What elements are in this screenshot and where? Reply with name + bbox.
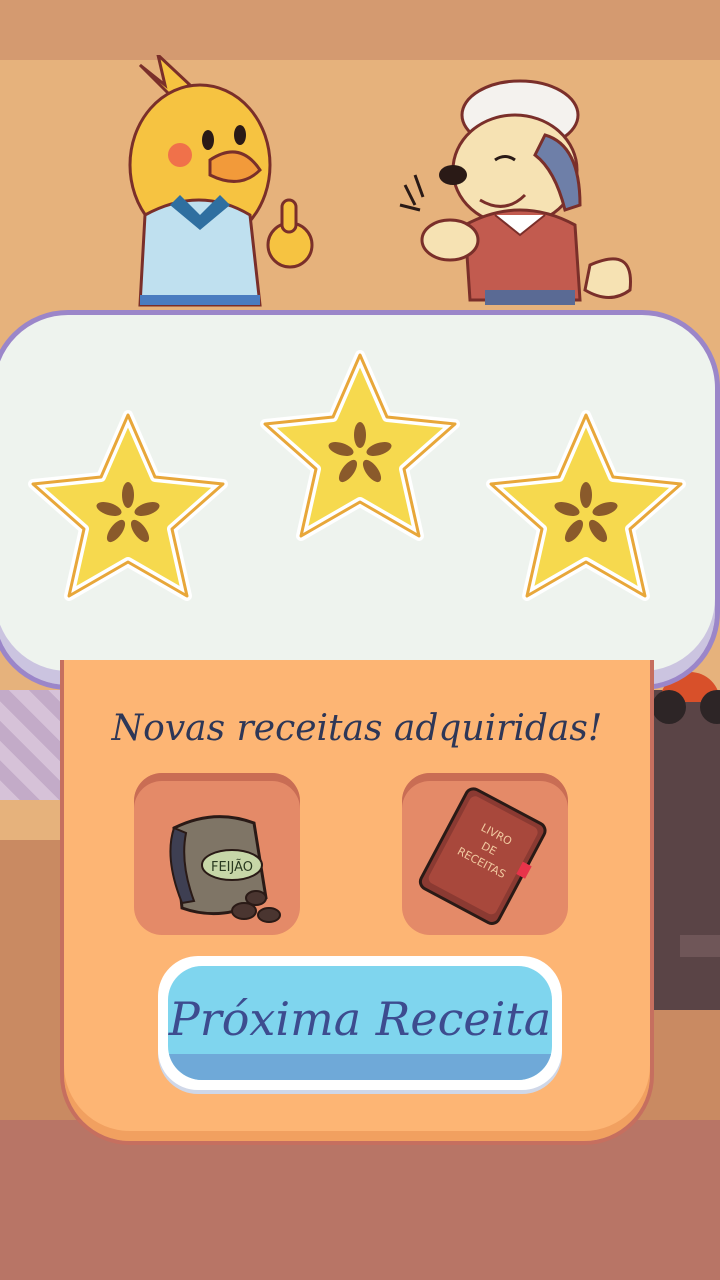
next-recipe-button-face[interactable]: Próxima Receita xyxy=(168,966,552,1080)
bean-bag-icon: FEIJÃO xyxy=(169,815,281,923)
next-recipe-button-shade xyxy=(168,1054,552,1080)
chick-chef-character xyxy=(128,55,314,307)
star-3-icon xyxy=(486,410,686,601)
stove-panel xyxy=(680,935,720,957)
background-top xyxy=(0,0,720,60)
bean-bag-label: FEIJÃO xyxy=(211,859,253,875)
next-recipe-button[interactable]: Próxima Receita xyxy=(158,956,562,1090)
reward-slot-feijao[interactable]: FEIJÃO xyxy=(134,773,300,935)
next-recipe-button-label: Próxima Receita xyxy=(168,992,552,1046)
stove-burner xyxy=(652,690,686,724)
reward-slot-livro-de-receitas[interactable]: LIVRO DE RECEITAS xyxy=(402,773,568,935)
recipe-book-icon: LIVRO DE RECEITAS xyxy=(418,787,547,925)
star-2-icon xyxy=(260,350,460,541)
checkered-cloth xyxy=(0,690,60,800)
rewards-title: Novas receitas adquiridas! xyxy=(111,708,603,749)
stove xyxy=(650,690,720,1010)
star-1-icon xyxy=(28,410,228,601)
puppy-chef-character xyxy=(399,79,632,305)
